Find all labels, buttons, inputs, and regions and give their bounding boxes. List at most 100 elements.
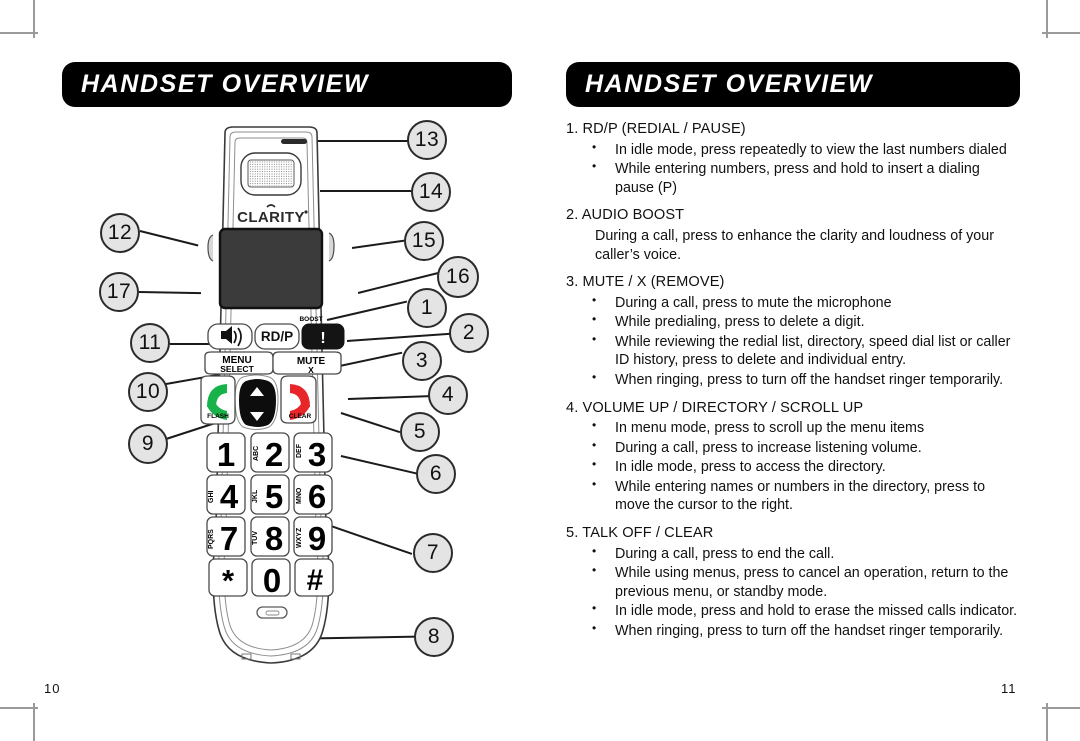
clarity-logo: CLARITY <box>237 204 308 226</box>
bullet-item: When ringing, press to turn off the hand… <box>566 621 1022 641</box>
callout-12-label: 12 <box>107 221 133 244</box>
svg-text:4: 4 <box>220 478 239 515</box>
svg-text:1: 1 <box>217 436 235 473</box>
callout-4-label: 4 <box>441 383 455 406</box>
svg-text:MNO: MNO <box>296 487 303 504</box>
bullet-item: In idle mode, press repeatedly to view t… <box>566 140 1022 160</box>
svg-text:*: * <box>222 563 235 598</box>
svg-text:5: 5 <box>265 478 283 515</box>
key-description-section: 5. TALK OFF / CLEAR During a call, press … <box>566 526 1022 640</box>
svg-text:GHI: GHI <box>208 491 215 504</box>
callout-17-label: 17 <box>106 280 132 303</box>
remove-x-label: X <box>308 365 314 375</box>
antenna-strip <box>281 139 307 144</box>
bullet-item: While reviewing the redial list, directo… <box>566 332 1022 370</box>
svg-text:0: 0 <box>263 562 281 599</box>
section-title: 3. MUTE / X (REMOVE) <box>566 274 725 291</box>
handset-svg: CLARITY BOOST RD/P ! MENU SELECT MUTE X … <box>200 126 345 664</box>
key-description-section: 3. MUTE / X (REMOVE) During a call, press… <box>566 275 1022 389</box>
callout-8: 8 <box>414 617 454 657</box>
bullet-item: During a call, press to end the call. <box>566 544 1022 564</box>
callout-15: 15 <box>404 221 444 261</box>
key-description-section: 4. VOLUME UP / DIRECTORY / SCROLL UP In m… <box>566 400 1022 515</box>
svg-text:CLARITY: CLARITY <box>237 209 305 226</box>
right-page-folio: 11 <box>1001 681 1017 696</box>
clear-label: CLEAR <box>289 413 312 420</box>
earpiece-grille-dots <box>249 161 293 186</box>
lcd-screen <box>218 227 324 310</box>
callout-4: 4 <box>428 375 468 415</box>
callout-5-label: 5 <box>413 420 427 443</box>
bullet-item: During a call, press to mute the microph… <box>566 293 1022 313</box>
callout-1-label: 1 <box>420 296 434 319</box>
svg-text:9: 9 <box>308 520 326 557</box>
callout-9-label: 9 <box>141 432 155 455</box>
svg-text:WXYZ: WXYZ <box>296 527 303 548</box>
section-title: 2. AUDIO BOOST <box>566 207 685 224</box>
left-page: HANDSET OVERVIEW 12 17 11 10 9 13 14 15 … <box>0 0 540 741</box>
callout-13: 13 <box>407 120 447 160</box>
handset-illustration: CLARITY BOOST RD/P ! MENU SELECT MUTE X … <box>163 125 378 670</box>
callout-14-label: 14 <box>418 180 444 203</box>
svg-text:TUV: TUV <box>252 531 259 545</box>
audio-boost-exclaim: ! <box>320 330 325 347</box>
svg-text:ABC: ABC <box>253 446 260 461</box>
boost-label: BOOST <box>299 316 322 323</box>
callout-6-label: 6 <box>429 462 443 485</box>
callout-11: 11 <box>130 323 170 363</box>
key-description-section: 2. AUDIO BOOST During a call, press to en… <box>566 208 1022 264</box>
section-title: 1. RD/P (REDIAL / PAUSE) <box>566 121 746 137</box>
bullet-item: In menu mode, press to scroll up the men… <box>566 418 1022 438</box>
callout-10: 10 <box>128 372 168 412</box>
key-description-section: 1. RD/P (REDIAL / PAUSE) In idle mode, pr… <box>566 122 1022 197</box>
bullet-item: In idle mode, press to access the direct… <box>566 457 1022 477</box>
section-title: 5. TALK OFF / CLEAR <box>566 525 714 542</box>
callout-3: 3 <box>402 341 442 381</box>
callout-15-label: 15 <box>411 229 437 252</box>
bullet-item: While predialing, press to delete a digi… <box>566 312 1022 332</box>
svg-text:7: 7 <box>220 520 238 557</box>
callout-2: 2 <box>449 313 489 353</box>
callout-17: 17 <box>99 272 139 312</box>
callout-12: 12 <box>100 213 140 253</box>
svg-text:8: 8 <box>265 520 283 557</box>
callout-14: 14 <box>411 172 451 212</box>
bullet-item: When ringing, press to turn off the hand… <box>566 370 1022 390</box>
svg-text:3: 3 <box>308 436 326 473</box>
redial-pause-label: RD/P <box>261 329 293 344</box>
callout-8-label: 8 <box>427 625 441 648</box>
bullet-item: In idle mode, press and hold to erase th… <box>566 601 1022 621</box>
callout-3-label: 3 <box>415 349 429 372</box>
flash-label: FLASH <box>207 413 229 420</box>
svg-text:6: 6 <box>308 478 326 515</box>
section-bullet-list: During a call, press to mute the microph… <box>566 293 1022 390</box>
svg-text:PQRS: PQRS <box>208 529 215 549</box>
section-paragraph: During a call, press to enhance the clar… <box>595 227 994 263</box>
bullet-item: While entering numbers, press and hold t… <box>566 159 1022 197</box>
callout-13-label: 13 <box>414 128 440 151</box>
svg-text:DEF: DEF <box>296 443 303 458</box>
callout-6: 6 <box>416 454 456 494</box>
svg-text:#: # <box>307 564 324 597</box>
section-bullet-list: During a call, press to end the call.Whi… <box>566 544 1022 641</box>
bullet-item: While entering names or numbers in the d… <box>566 477 1022 515</box>
callout-7-label: 7 <box>426 541 440 564</box>
side-button-right <box>328 232 335 262</box>
callout-2-label: 2 <box>462 321 476 344</box>
right-page-header-title: HANDSET OVERVIEW <box>585 70 874 98</box>
callout-10-label: 10 <box>135 380 161 403</box>
section-bullet-list: In menu mode, press to scroll up the men… <box>566 418 1022 515</box>
callout-9: 9 <box>128 424 168 464</box>
callout-7: 7 <box>413 533 453 573</box>
svg-text:2: 2 <box>265 436 283 473</box>
bullet-item: While using menus, press to cancel an op… <box>566 563 1022 601</box>
left-page-folio: 10 <box>44 681 61 696</box>
bullet-item: During a call, press to increase listeni… <box>566 438 1022 458</box>
callout-11-label: 11 <box>138 331 162 354</box>
callout-1: 1 <box>407 288 447 328</box>
side-button-left <box>207 234 214 262</box>
callout-16: 16 <box>437 256 479 298</box>
left-page-header-title: HANDSET OVERVIEW <box>81 70 370 98</box>
handset-key-descriptions: 1. RD/P (REDIAL / PAUSE) In idle mode, pr… <box>566 122 1022 652</box>
select-label: SELECT <box>220 364 254 374</box>
